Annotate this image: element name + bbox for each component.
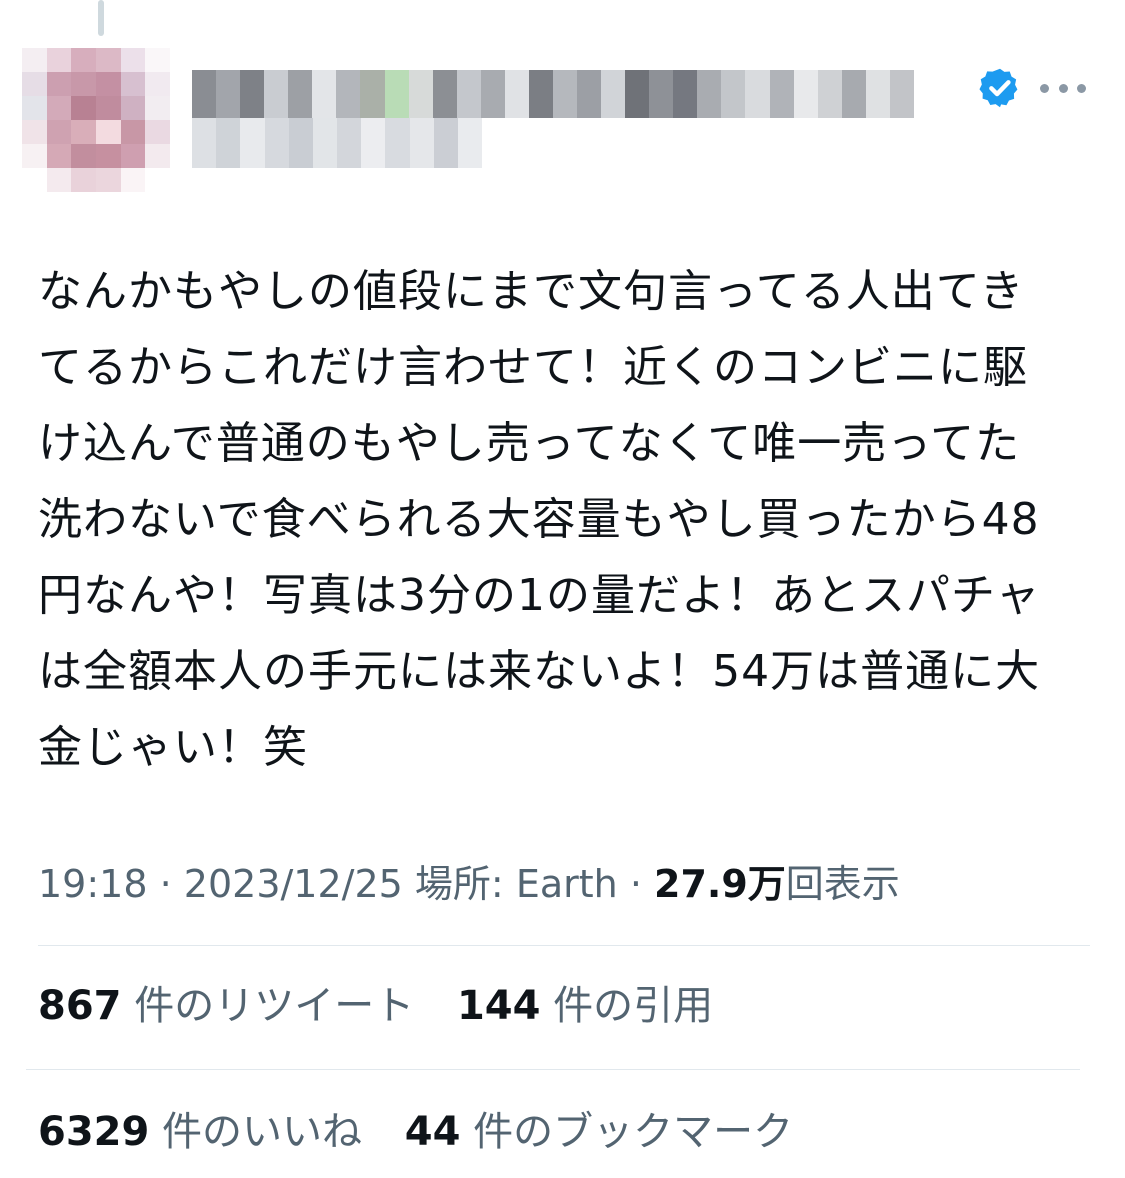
- retweets-label: 件のリツイート: [134, 983, 415, 1029]
- location-label: 場所:: [414, 862, 504, 906]
- divider: [38, 945, 1090, 946]
- more-dot: [1058, 83, 1068, 93]
- more-dot: [1077, 83, 1086, 93]
- quotes-stat[interactable]: 144 件の引用: [457, 983, 713, 1029]
- meta-separator: ·: [629, 862, 642, 906]
- stats-row-likes: 6329 件のいいね 44 件のブックマーク: [38, 1102, 823, 1162]
- retweets-stat[interactable]: 867 件のリツイート: [38, 983, 414, 1029]
- divider: [26, 1069, 1080, 1070]
- likes-label: 件のいいね: [162, 1109, 363, 1155]
- meta-separator: ·: [159, 862, 172, 906]
- tweet-date[interactable]: 2023/12/25: [184, 862, 403, 906]
- avatar[interactable]: [22, 48, 170, 192]
- tweet-time[interactable]: 19:18: [38, 862, 148, 906]
- quotes-count: 144: [456, 983, 541, 1029]
- handle-blurred[interactable]: [192, 118, 483, 168]
- stats-row-retweets: 867 件のリツイート 144 件の引用: [38, 976, 743, 1036]
- bookmarks-stat[interactable]: 44 件のブックマーク: [405, 1109, 793, 1155]
- more-options-icon[interactable]: [1040, 76, 1086, 100]
- thread-connector-line: [98, 0, 104, 36]
- tweet-meta: 19:18 · 2023/12/25 場所: Earth · 27.9万回表示: [38, 856, 900, 912]
- retweets-count: 867: [38, 983, 122, 1029]
- location-value: Earth: [515, 862, 618, 906]
- quotes-label: 件の引用: [553, 983, 714, 1029]
- views-label: 回表示: [785, 862, 900, 906]
- likes-stat[interactable]: 6329 件のいいね: [38, 1109, 362, 1155]
- tweet-text: なんかもやしの値段にまで文句言ってる人出てきてるからこれだけ言わせて！近くのコン…: [38, 266, 1041, 773]
- more-dot: [1040, 83, 1049, 93]
- display-name-blurred[interactable]: [192, 70, 962, 118]
- views-count: 27.9万: [654, 862, 786, 906]
- bookmarks-count: 44: [404, 1109, 461, 1155]
- likes-count: 6329: [38, 1109, 150, 1155]
- verified-badge-icon: [979, 68, 1018, 108]
- bookmarks-label: 件のブックマーク: [473, 1109, 794, 1155]
